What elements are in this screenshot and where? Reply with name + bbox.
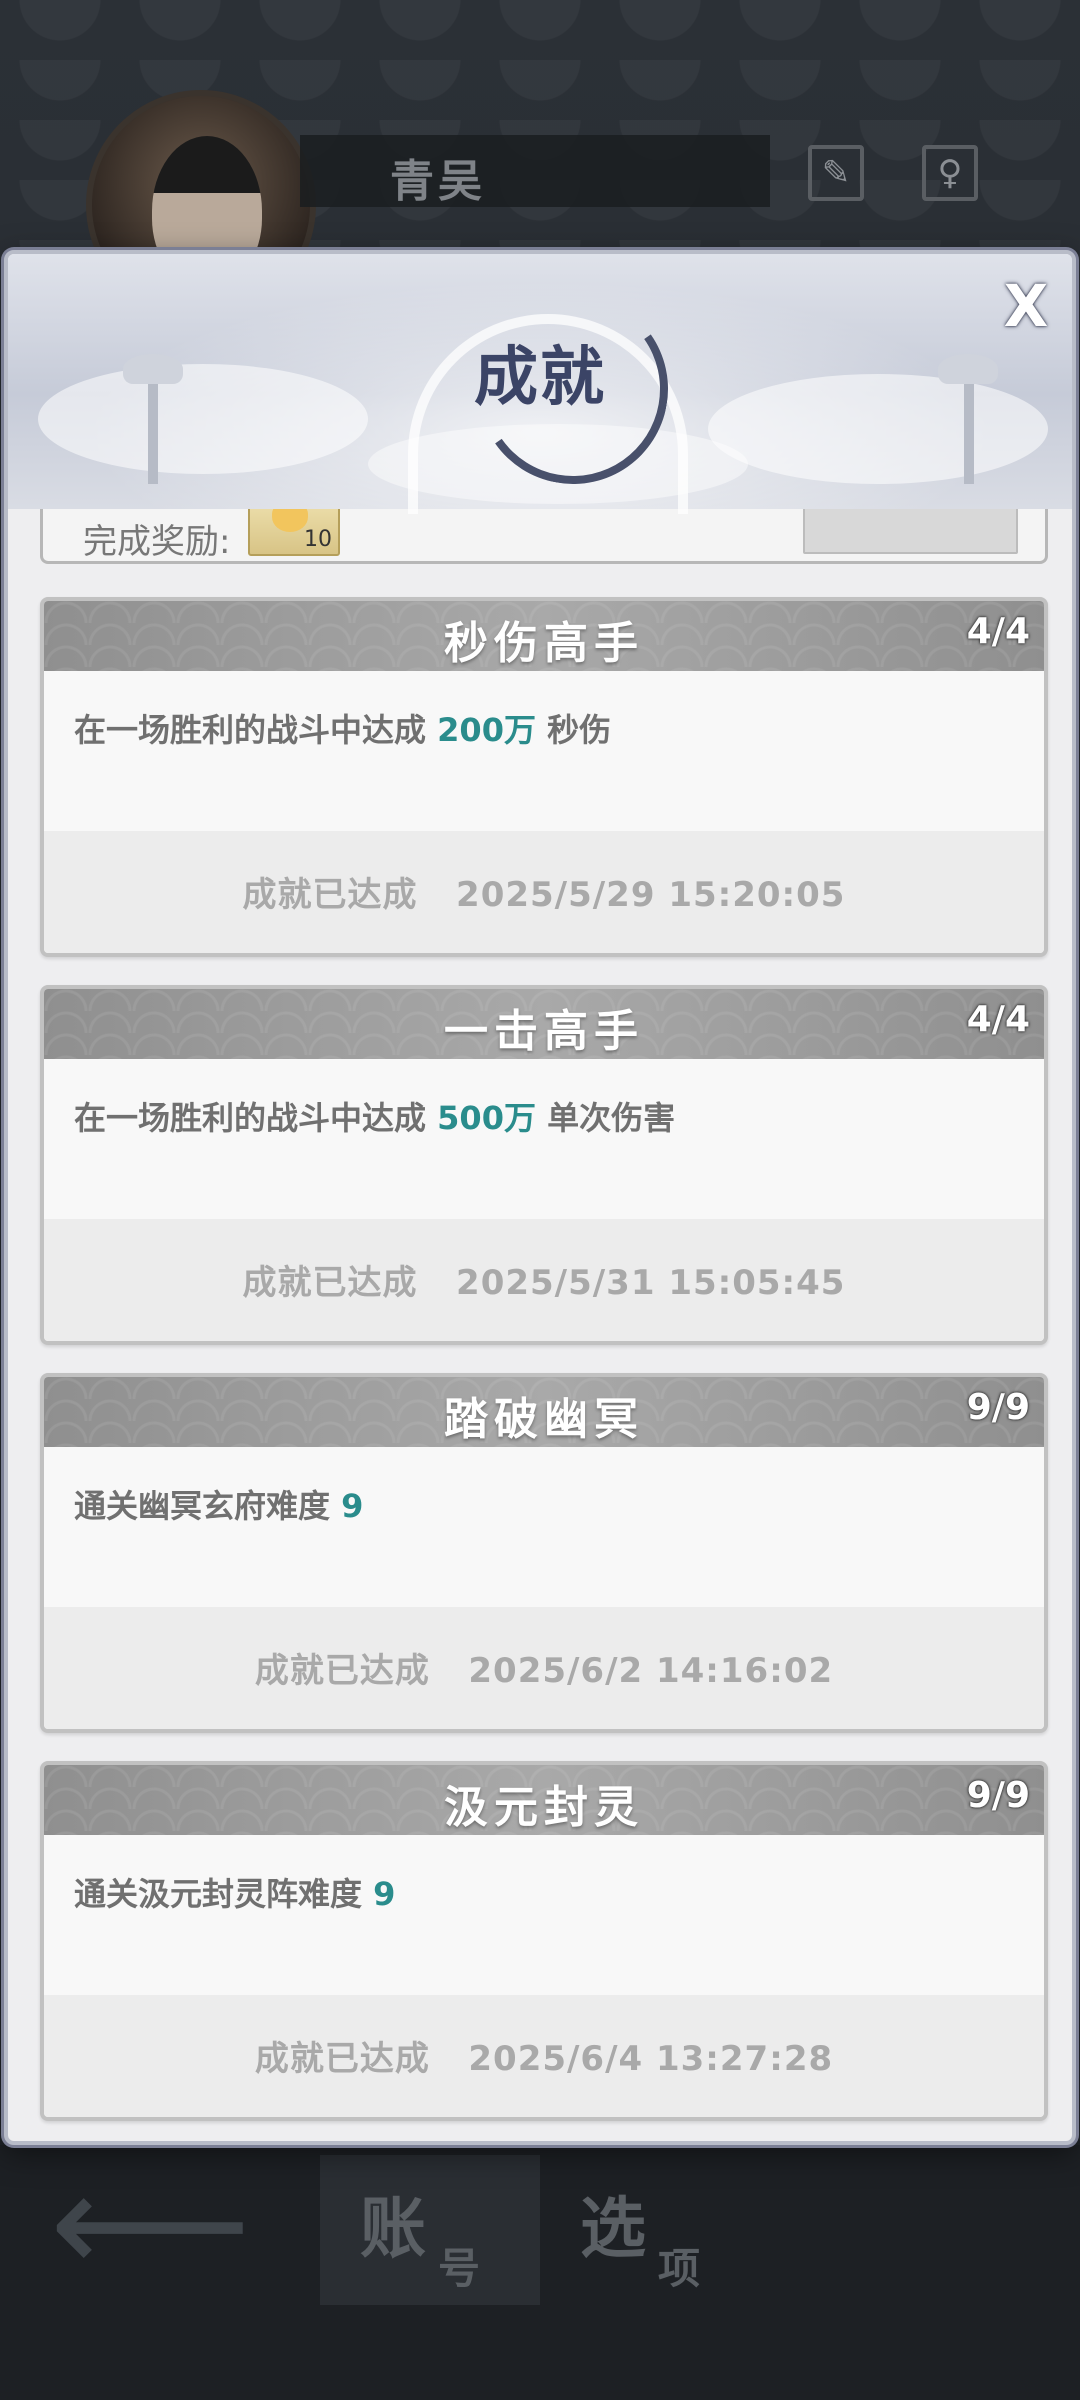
achievement-time: 2025/5/31 15:05:45: [456, 1263, 846, 1303]
achievement-time: 2025/5/29 15:20:05: [456, 875, 846, 915]
achievements-modal: 成就 X 完成奖励: 10 秒伤高手 4/4 在一场胜利的战斗中达成 200万 …: [4, 250, 1076, 2145]
achievement-card: 汲元封灵 9/9 通关汲元封灵阵难度 9 成就已达成 2025/6/4 13:2…: [40, 1761, 1048, 2121]
reward-label: 完成奖励:: [83, 522, 231, 562]
achievement-progress: 9/9: [966, 1775, 1030, 1816]
achievement-name: 一击高手: [444, 1006, 644, 1057]
achievement-target-value: 200万: [437, 711, 536, 749]
achievement-time: 2025/6/2 14:16:02: [468, 1651, 834, 1691]
gender-icon[interactable]: ♀: [922, 145, 978, 201]
achievement-name: 汲元封灵: [444, 1782, 644, 1833]
card-header: 汲元封灵 9/9: [44, 1765, 1044, 1835]
achievement-card: 秒伤高手 4/4 在一场胜利的战斗中达成 200万 秒伤 成就已达成 2025/…: [40, 597, 1048, 957]
tab-options-label: 选: [580, 2190, 646, 2267]
achievement-progress: 4/4: [966, 611, 1030, 652]
achievement-card: 一击高手 4/4 在一场胜利的战斗中达成 500万 单次伤害 成就已达成 202…: [40, 985, 1048, 1345]
achievement-name: 秒伤高手: [444, 618, 644, 669]
achievement-completed: 成就已达成 2025/6/4 13:27:28: [254, 2039, 834, 2079]
achievement-completed: 成就已达成 2025/6/2 14:16:02: [254, 1651, 834, 1691]
tab-account-label: 账: [360, 2190, 426, 2267]
tab-options[interactable]: 选 项: [540, 2155, 760, 2305]
achievement-target-value: 500万: [437, 1099, 536, 1137]
achievement-completed: 成就已达成 2025/5/31 15:05:45: [242, 1263, 846, 1303]
claim-button[interactable]: [803, 504, 1018, 554]
achievement-target-value: 9: [373, 1875, 396, 1913]
player-name: 青吴: [390, 156, 486, 207]
card-footer: 成就已达成 2025/5/31 15:05:45: [44, 1219, 1044, 1341]
achievement-description: 在一场胜利的战斗中达成 500万 单次伤害: [74, 1099, 676, 1137]
card-footer: 成就已达成 2025/6/4 13:27:28: [44, 1995, 1044, 2117]
card-footer: 成就已达成 2025/5/29 15:20:05: [44, 831, 1044, 953]
modal-title: 成就: [474, 341, 606, 415]
achievement-list[interactable]: 完成奖励: 10 秒伤高手 4/4 在一场胜利的战斗中达成 200万 秒伤 成就…: [8, 254, 1072, 2141]
card-header: 踏破幽冥 9/9: [44, 1377, 1044, 1447]
achievement-completed: 成就已达成 2025/5/29 15:20:05: [242, 875, 846, 915]
close-button[interactable]: X: [1000, 277, 1052, 336]
achievement-description: 通关幽冥玄府难度 9: [74, 1487, 364, 1525]
card-header: 秒伤高手 4/4: [44, 601, 1044, 671]
tab-account[interactable]: 账 号: [320, 2155, 540, 2305]
achievement-description: 通关汲元封灵阵难度 9: [74, 1875, 396, 1913]
brush-icon[interactable]: ✎: [808, 145, 864, 201]
achievement-description: 在一场胜利的战斗中达成 200万 秒伤: [74, 711, 612, 749]
achievement-progress: 9/9: [966, 1387, 1030, 1428]
tab-account-sub: 号: [438, 2244, 481, 2293]
achievement-progress: 4/4: [966, 999, 1030, 1040]
modal-header: 成就 X: [8, 254, 1072, 514]
profile-header: 青吴 ✎ ♀: [0, 90, 1080, 320]
card-footer: 成就已达成 2025/6/2 14:16:02: [44, 1607, 1044, 1729]
tab-options-sub: 项: [658, 2244, 701, 2293]
reward-count: 10: [304, 527, 332, 552]
back-arrow-icon[interactable]: ⟵: [50, 2155, 251, 2295]
achievement-target-value: 9: [341, 1487, 364, 1525]
achievement-card: 踏破幽冥 9/9 通关幽冥玄府难度 9 成就已达成 2025/6/2 14:16…: [40, 1373, 1048, 1733]
achievement-name: 踏破幽冥: [444, 1394, 644, 1445]
achievement-time: 2025/6/4 13:27:28: [468, 2039, 834, 2079]
name-bar: [300, 135, 770, 207]
card-header: 一击高手 4/4: [44, 989, 1044, 1059]
